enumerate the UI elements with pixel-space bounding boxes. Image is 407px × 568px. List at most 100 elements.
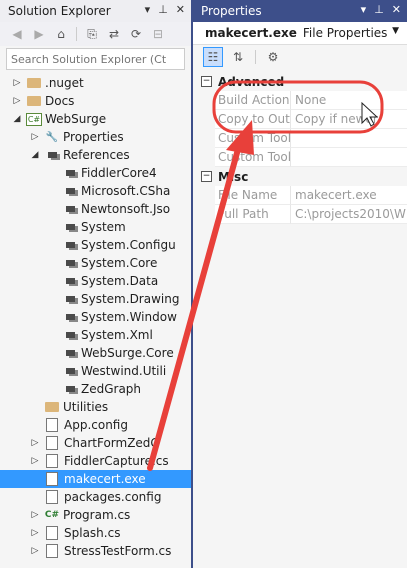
tree-item-label: makecert.exe <box>64 472 146 486</box>
tree-item[interactable]: ▷ C# Program.cs <box>0 506 191 524</box>
tree-item[interactable]: WebSurge.Core <box>0 344 191 362</box>
property-row[interactable]: Custom Tool <box>193 129 407 148</box>
expander-icon[interactable]: ▷ <box>12 96 22 106</box>
tree-item[interactable]: FiddlerCore4 <box>0 164 191 182</box>
property-row[interactable]: Custom Tool <box>193 148 407 167</box>
folder-icon <box>26 94 42 108</box>
pin-icon[interactable]: ⊥ <box>158 3 168 16</box>
property-value[interactable]: makecert.exe <box>291 186 407 205</box>
tree-item[interactable]: Utilities <box>0 398 191 416</box>
tree-item[interactable]: packages.config <box>0 488 191 506</box>
property-category[interactable]: − Advanced <box>193 72 407 91</box>
pin-icon[interactable]: ⊥ <box>374 3 384 16</box>
tree-item[interactable]: Newtonsoft.Jso <box>0 200 191 218</box>
tree-item[interactable]: System.Window <box>0 308 191 326</box>
property-row[interactable]: Full Path C:\projects2010\W <box>193 205 407 224</box>
tree-item[interactable]: App.config <box>0 416 191 434</box>
property-name: File Name <box>215 186 291 205</box>
dropdown-arrow-icon[interactable]: ▼ <box>392 26 399 36</box>
close-icon[interactable]: ✕ <box>392 3 401 16</box>
collapse-icon[interactable]: − <box>201 76 212 87</box>
back-icon[interactable]: ◀ <box>8 25 26 43</box>
tree-item[interactable]: ▷ Splash.cs <box>0 524 191 542</box>
property-row[interactable]: Copy to Outp Copy if newer <box>193 110 407 129</box>
categorized-icon[interactable]: ☷ <box>203 47 223 67</box>
tree-item[interactable]: System.Core <box>0 254 191 272</box>
property-value[interactable] <box>291 129 407 148</box>
expander-icon[interactable]: ▷ <box>30 456 40 466</box>
folder-icon <box>26 76 42 90</box>
tree-item[interactable]: ▷ 🔧 Properties <box>0 128 191 146</box>
tree-item[interactable]: makecert.exe <box>0 470 191 488</box>
expander-icon[interactable]: ◢ <box>12 114 22 124</box>
tree-item[interactable]: Westwind.Utili <box>0 362 191 380</box>
expander-icon[interactable]: ▷ <box>30 546 40 556</box>
tree-item[interactable]: Microsoft.CSha <box>0 182 191 200</box>
dropdown-icon[interactable]: ▾ <box>361 3 367 16</box>
sync-icon[interactable]: ⟳ <box>127 25 145 43</box>
property-row[interactable]: File Name makecert.exe <box>193 186 407 205</box>
close-icon[interactable]: ✕ <box>176 3 185 16</box>
tree-item[interactable]: System.Data <box>0 272 191 290</box>
config-file-icon <box>46 418 58 432</box>
property-row[interactable]: Build Action None <box>193 91 407 110</box>
solution-explorer-search[interactable] <box>6 48 185 70</box>
object-selector[interactable]: makecert.exe File Properties ▼ <box>193 22 407 45</box>
tree-item-label: Docs <box>45 94 75 108</box>
tree-item-label: Program.cs <box>63 508 131 522</box>
reference-icon <box>62 220 78 234</box>
tree-item[interactable]: ▷ ChartFormZedG <box>0 434 191 452</box>
tree-item-label: System.Drawing <box>81 292 180 306</box>
expander-icon[interactable]: ▷ <box>30 438 40 448</box>
tree-item[interactable]: ▷ StressTestForm.cs <box>0 542 191 560</box>
expander-icon[interactable]: ▷ <box>30 528 40 538</box>
tree-item[interactable]: System <box>0 218 191 236</box>
alphabetical-icon[interactable]: ⇅ <box>229 48 247 66</box>
tree-item[interactable]: ▷ .nuget <box>0 74 191 92</box>
csharp-project-icon: C# <box>26 112 42 126</box>
tree-item-label: System.Configu <box>81 238 176 252</box>
tree-item[interactable]: System.Configu <box>0 236 191 254</box>
search-input[interactable] <box>7 51 184 67</box>
tree-item-label: FiddlerCore4 <box>81 166 157 180</box>
property-value[interactable] <box>291 148 407 167</box>
dropdown-icon[interactable]: ▾ <box>145 3 151 16</box>
property-name: Custom Tool <box>215 129 291 148</box>
tree-item[interactable]: ▷ Docs <box>0 92 191 110</box>
expander-icon[interactable]: ▷ <box>30 510 40 520</box>
property-value[interactable]: Copy if newer <box>291 110 407 129</box>
tree-item-label: ChartFormZedG <box>64 436 160 450</box>
tree-item-label: Newtonsoft.Jso <box>81 202 171 216</box>
solution-explorer-toolbar: ◀ ▶ ⌂ ⎘ ⇄ ⟳ ⊟ <box>0 22 191 46</box>
home-icon[interactable]: ⌂ <box>52 25 70 43</box>
expander-icon[interactable]: ▷ <box>12 78 22 88</box>
property-pages-icon[interactable]: ⚙ <box>264 48 282 66</box>
property-grid: − Advanced Build Action None Copy to Outp Cop… <box>193 72 407 568</box>
tree-item-label: .nuget <box>45 76 84 90</box>
tree-item[interactable]: System.Xml <box>0 326 191 344</box>
tree-item[interactable]: ▷ FiddlerCapture.cs <box>0 452 191 470</box>
reference-icon <box>62 202 78 216</box>
tree-item-label: Utilities <box>63 400 109 414</box>
expander-icon[interactable]: ▷ <box>30 132 40 142</box>
tree-item[interactable]: ZedGraph <box>0 380 191 398</box>
tree-item[interactable]: ◢ C# WebSurge <box>0 110 191 128</box>
switch-views-icon[interactable]: ⎘ <box>83 25 101 43</box>
tree-item-label: Properties <box>63 130 124 144</box>
tree-item-label: ZedGraph <box>81 382 142 396</box>
properties-title: Properties <box>201 4 262 18</box>
collapse-all-icon[interactable]: ⊟ <box>149 25 167 43</box>
property-category[interactable]: − Misc <box>193 167 407 186</box>
reference-icon <box>62 346 78 360</box>
forward-icon[interactable]: ▶ <box>30 25 48 43</box>
properties-toolbar: ☷ ⇅ ⚙ <box>193 45 407 69</box>
folder-icon <box>44 400 60 414</box>
expander-icon[interactable]: ◢ <box>30 150 40 160</box>
property-value[interactable]: None <box>291 91 407 110</box>
tree-item[interactable]: ◢ References <box>0 146 191 164</box>
collapse-icon[interactable]: − <box>201 171 212 182</box>
pending-changes-icon[interactable]: ⇄ <box>105 25 123 43</box>
properties-panel: Properties ▾ ⊥ ✕ makecert.exe File Prope… <box>193 0 407 568</box>
property-value[interactable]: C:\projects2010\W <box>291 205 407 224</box>
tree-item[interactable]: System.Drawing <box>0 290 191 308</box>
